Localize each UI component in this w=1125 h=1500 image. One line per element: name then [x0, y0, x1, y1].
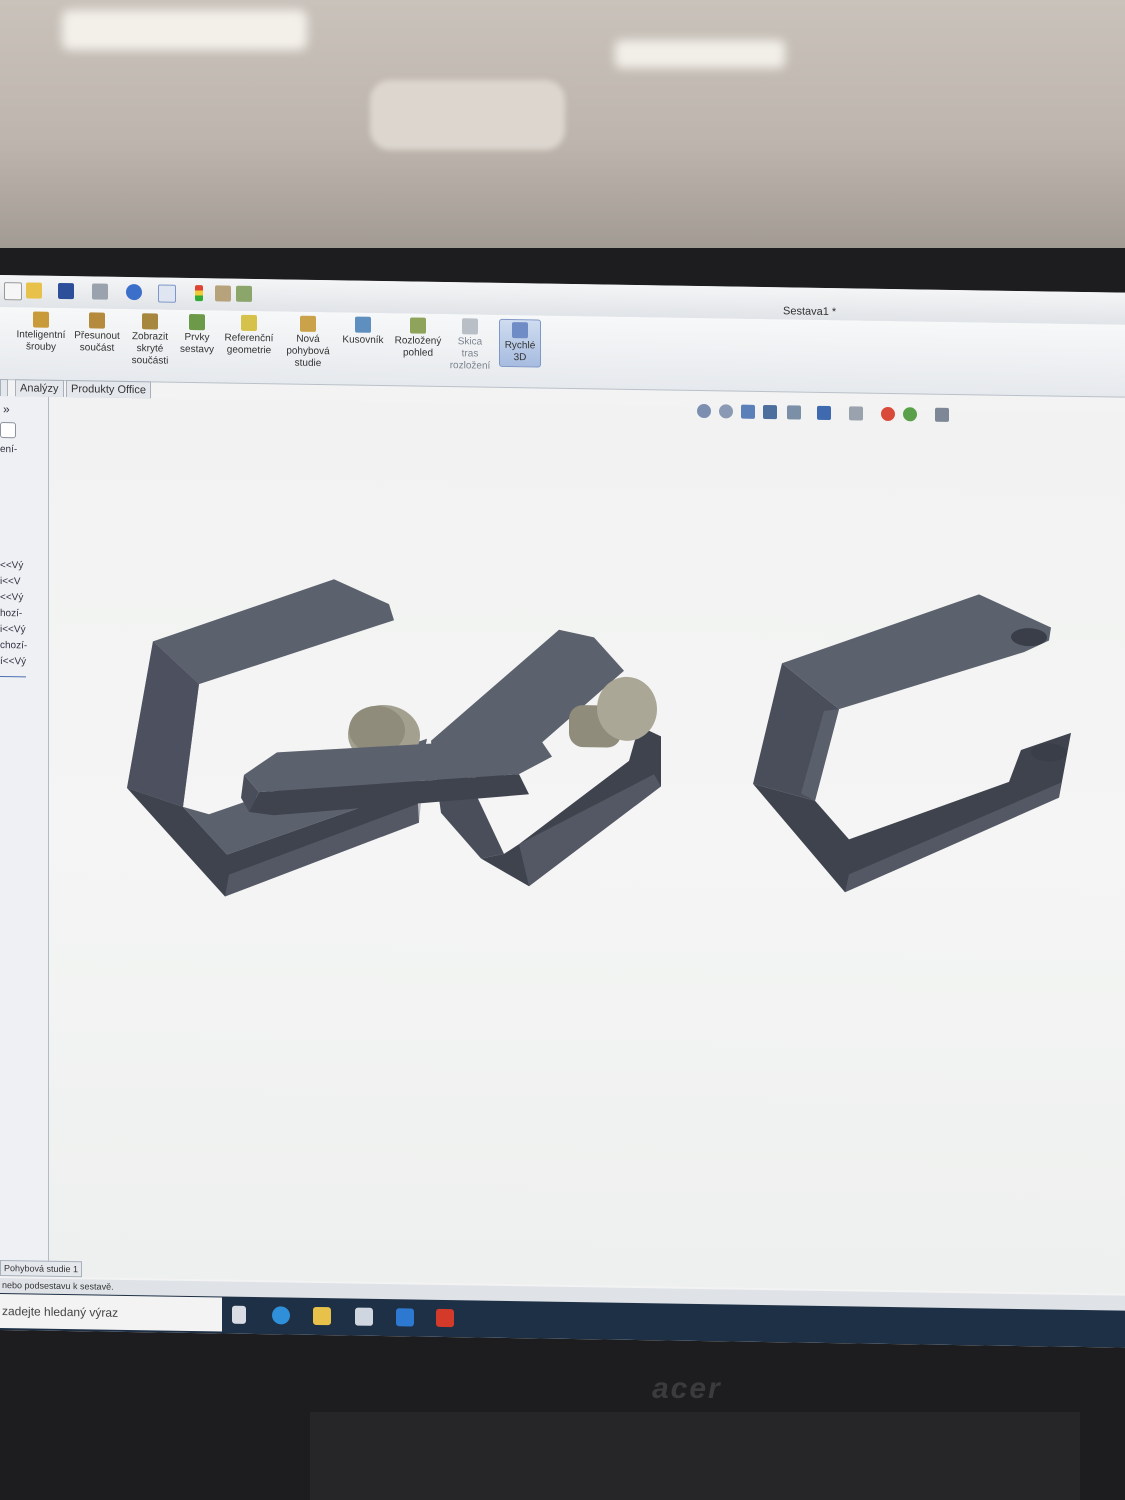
monitor-brand-logo: acer — [652, 1372, 722, 1405]
tab-analyses[interactable]: Analýzy — [15, 379, 64, 398]
tree-item-0[interactable]: ení- — [0, 444, 17, 455]
tree-item-7[interactable]: í<<Vý — [0, 656, 26, 667]
monitor-stand — [310, 1412, 1080, 1500]
tree-item-2[interactable]: i<<V — [0, 576, 21, 587]
motion-study-icon — [300, 315, 316, 332]
tree-item-4[interactable]: hozí- — [0, 608, 22, 619]
explode-line-sketch-icon — [462, 318, 478, 335]
feature-manager-panel: » ení- <<Vý i<<V <<Vý hozí- i<<Vý chozí-… — [0, 396, 49, 1277]
new-motion-study-button[interactable]: Nová pohybová studie — [283, 315, 333, 370]
save-icon[interactable] — [58, 282, 74, 300]
background-wall — [0, 0, 1125, 262]
select-cursor-icon[interactable] — [158, 284, 176, 303]
taskbar-search-input[interactable]: zadejte hledaný výraz — [0, 1294, 222, 1332]
zoom-to-fit-icon[interactable] — [697, 403, 711, 419]
display-style-icon[interactable] — [817, 405, 831, 421]
store-icon[interactable] — [355, 1307, 373, 1326]
window-handle-reflection — [370, 80, 565, 150]
smart-fasteners-button[interactable]: Inteligentní šrouby — [14, 311, 68, 354]
exploded-view-button[interactable]: Rozložený pohled — [392, 317, 444, 360]
instant-3d-icon — [512, 322, 528, 339]
file-explorer-icon[interactable] — [313, 1306, 331, 1326]
apply-scene-icon[interactable] — [903, 407, 917, 422]
chain-link-right[interactable] — [753, 591, 1071, 896]
file-properties-icon[interactable] — [215, 285, 231, 302]
task-view-icon[interactable] — [232, 1305, 246, 1324]
open-folder-icon[interactable] — [26, 282, 42, 299]
panel-expand-chevron[interactable]: » — [3, 402, 10, 416]
exploded-view-icon — [410, 317, 426, 334]
tree-item-6[interactable]: chozí- — [0, 640, 27, 651]
reference-geometry-button[interactable]: Referenční geometrie — [222, 314, 276, 357]
edit-appearance-icon[interactable] — [881, 406, 895, 422]
zoom-to-area-icon[interactable] — [719, 404, 733, 419]
reference-geometry-icon — [241, 314, 257, 332]
tree-rollback-bar[interactable] — [0, 676, 26, 678]
view-settings-icon[interactable] — [935, 407, 949, 422]
print-icon[interactable] — [92, 283, 108, 300]
ceiling-light-reflection — [62, 10, 307, 50]
bill-of-materials-button[interactable]: Kusovník — [340, 316, 386, 347]
hide-show-items-icon[interactable] — [849, 406, 863, 421]
options-icon[interactable] — [236, 285, 252, 302]
document-title: Sestava1 * — [783, 305, 837, 319]
assembly-features-icon — [189, 313, 205, 331]
smart-fasteners-icon — [33, 311, 49, 328]
panel-toggle-box[interactable] — [0, 422, 16, 439]
show-hidden-icon — [142, 313, 158, 330]
view-orientation-icon[interactable] — [787, 405, 801, 420]
tree-item-1[interactable]: <<Vý — [0, 560, 23, 571]
show-hidden-components-button[interactable]: Zobrazit skryté součásti — [128, 313, 172, 368]
bom-icon — [355, 316, 371, 333]
rebuild-traffic-light-icon[interactable] — [195, 285, 203, 302]
ceiling-light-reflection-2 — [615, 40, 785, 68]
tab-hidden[interactable] — [0, 379, 8, 398]
tree-item-5[interactable]: i<<Vý — [0, 624, 26, 635]
move-component-button[interactable]: Přesunout součást — [72, 312, 122, 355]
assembly-features-button[interactable]: Prvky sestavy — [177, 313, 217, 357]
edge-browser-icon[interactable] — [272, 1306, 290, 1325]
new-document-icon[interactable] — [4, 282, 22, 301]
previous-view-icon[interactable] — [741, 404, 755, 419]
undo-icon[interactable] — [126, 283, 142, 301]
move-component-icon — [89, 312, 105, 329]
explode-line-sketch-button[interactable]: Skica tras rozložení — [449, 318, 491, 373]
section-view-icon[interactable] — [763, 404, 777, 420]
mail-icon[interactable] — [396, 1308, 414, 1327]
assembly-model — [127, 579, 1071, 897]
monitor-screen: Sestava1 * Inteligentní šrouby Přesunout… — [0, 275, 1125, 1348]
solidworks-taskbar-icon[interactable] — [436, 1308, 454, 1328]
graphics-viewport[interactable] — [49, 396, 1125, 1323]
motion-study-tab[interactable]: Pohybová studie 1 — [0, 1260, 83, 1278]
tree-item-3[interactable]: <<Vý — [0, 592, 23, 603]
instant-3d-button[interactable]: Rychlé 3D — [499, 318, 541, 368]
